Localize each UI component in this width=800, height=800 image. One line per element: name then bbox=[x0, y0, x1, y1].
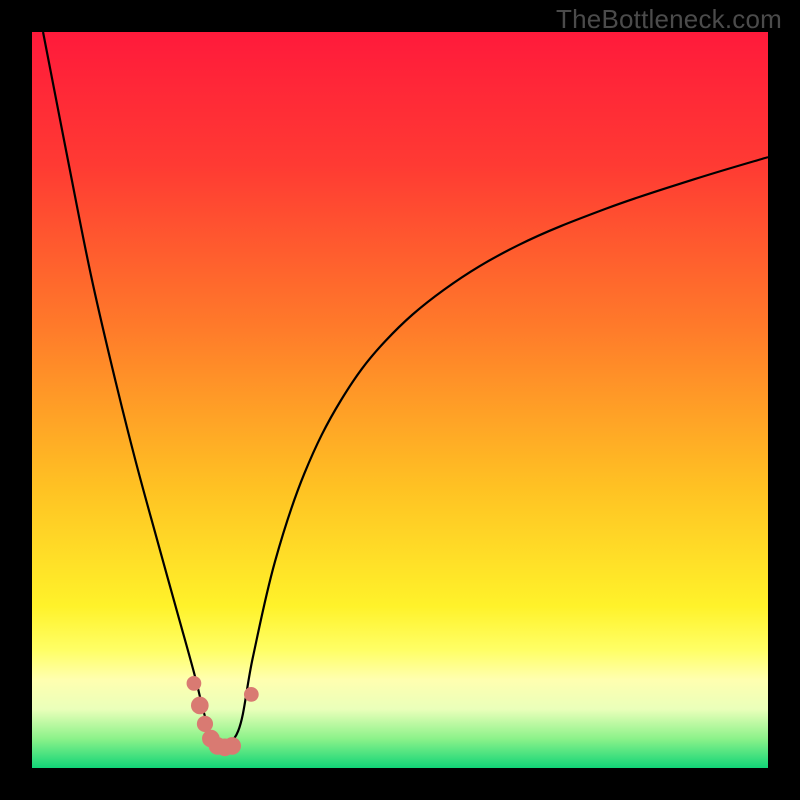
plot-area bbox=[32, 32, 768, 768]
marker-point-6 bbox=[223, 737, 241, 755]
marker-point-7 bbox=[244, 687, 259, 702]
curve-bottleneck-curve-left bbox=[43, 32, 216, 750]
chart-svg bbox=[32, 32, 768, 768]
marker-point-2 bbox=[197, 716, 213, 732]
outer-frame: TheBottleneck.com bbox=[0, 0, 800, 800]
marker-point-0 bbox=[187, 676, 202, 691]
marker-point-1 bbox=[191, 697, 209, 715]
watermark-label: TheBottleneck.com bbox=[556, 4, 782, 35]
curve-bottleneck-curve-right bbox=[216, 157, 768, 749]
